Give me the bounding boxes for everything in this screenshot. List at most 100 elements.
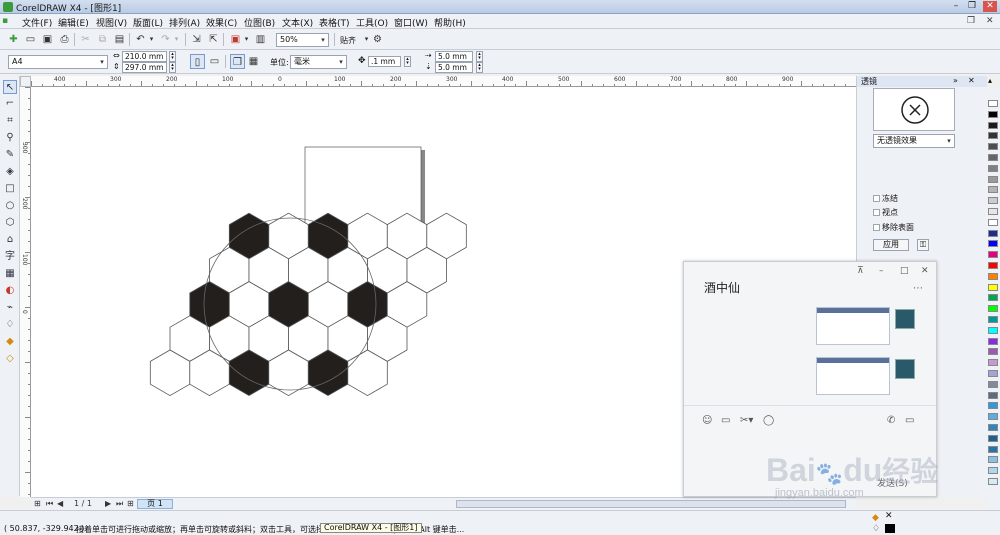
app-launcher-dropdown-icon[interactable]: ▾ <box>239 32 254 47</box>
remove-face-checkbox[interactable]: 移除表面 <box>873 222 914 233</box>
interactive-fill-tool-icon[interactable]: ◇ <box>3 352 17 366</box>
portrait-icon[interactable]: ▯ <box>190 54 205 69</box>
menu-file[interactable]: 文件(F) <box>22 16 52 29</box>
color-swatch[interactable] <box>988 391 998 399</box>
color-swatch[interactable] <box>988 186 998 194</box>
redo-dropdown-icon[interactable]: ▾ <box>169 32 184 47</box>
color-swatch[interactable] <box>988 326 998 334</box>
eyedropper-tool-icon[interactable]: ⌁ <box>3 301 17 315</box>
frozen-checkbox[interactable]: 冻结 <box>873 193 898 204</box>
color-swatch[interactable] <box>988 305 998 313</box>
voice-call-icon[interactable]: ✆ <box>887 415 895 426</box>
color-swatch[interactable] <box>988 251 998 259</box>
minimize-icon[interactable]: – <box>949 1 963 12</box>
menu-edit[interactable]: 编辑(E) <box>58 16 89 29</box>
doc-restore-icon[interactable]: ❐ <box>967 16 975 26</box>
landscape-icon[interactable]: ▭ <box>207 54 222 69</box>
copy-icon[interactable]: ⧉ <box>95 32 110 47</box>
fill-indicator-icon[interactable]: ◆ <box>872 513 879 523</box>
folder-icon[interactable]: ▭ <box>721 415 730 426</box>
page-size-select[interactable]: A4 ▾ <box>8 55 108 69</box>
image-message[interactable] <box>816 307 890 345</box>
docker-collapse-icon[interactable]: » <box>953 76 958 85</box>
page-height-field[interactable]: 297.0 mm <box>122 62 167 73</box>
color-swatch[interactable] <box>988 164 998 172</box>
screenshot-icon[interactable]: ✂▾ <box>740 415 753 426</box>
ruler-origin[interactable] <box>20 76 31 87</box>
menu-effects[interactable]: 效果(C) <box>206 16 237 29</box>
duplicate-x-field[interactable]: 5.0 mm <box>435 51 473 62</box>
menu-window[interactable]: 窗口(W) <box>394 16 428 29</box>
color-swatch[interactable] <box>988 359 998 367</box>
chat-history-icon[interactable]: ◯ <box>763 415 774 426</box>
color-swatch[interactable] <box>988 380 998 388</box>
chat-close-icon[interactable]: ✕ <box>921 266 929 276</box>
first-page-icon[interactable]: ⏮ <box>46 499 53 509</box>
prev-page-icon[interactable]: ◀ <box>57 499 63 508</box>
smart-fill-tool-icon[interactable]: ◈ <box>3 165 17 179</box>
open-icon[interactable]: ▭ <box>23 32 38 47</box>
import-icon[interactable]: ⇲ <box>189 32 204 47</box>
duplicate-y-field[interactable]: 5.0 mm <box>435 62 473 73</box>
menu-tools[interactable]: 工具(O) <box>356 16 388 29</box>
color-swatch[interactable] <box>988 132 998 140</box>
add-page-after-icon[interactable]: ⊞ <box>127 499 134 508</box>
horizontal-scrollbar[interactable] <box>456 500 846 508</box>
lock-icon[interactable]: ⚿ <box>917 239 929 251</box>
color-swatch[interactable] <box>988 316 998 323</box>
chat-maximize-icon[interactable]: □ <box>900 266 909 276</box>
units-select[interactable]: 毫米 ▾ <box>290 55 347 69</box>
cut-icon[interactable]: ✂ <box>78 32 93 47</box>
lens-effect-select[interactable]: 无透镜效果 ▾ <box>873 134 955 148</box>
last-page-icon[interactable]: ⏭ <box>116 499 123 509</box>
color-swatch[interactable] <box>988 348 998 356</box>
export-icon[interactable]: ⇱ <box>206 32 221 47</box>
outline-tool-icon[interactable]: ♢ <box>3 318 17 332</box>
add-page-icon[interactable]: ⊞ <box>34 499 41 508</box>
doc-close-icon[interactable]: ✕ <box>986 16 994 26</box>
color-swatch[interactable] <box>988 175 998 183</box>
color-swatch[interactable] <box>988 272 998 280</box>
polygon-tool-icon[interactable]: ⬡ <box>3 216 17 230</box>
menu-bitmaps[interactable]: 位图(B) <box>244 16 275 29</box>
color-swatch[interactable] <box>988 337 998 345</box>
avatar[interactable] <box>895 309 915 329</box>
menu-view[interactable]: 视图(V) <box>96 16 127 29</box>
fill-tool-icon[interactable]: ◆ <box>3 335 17 349</box>
table-tool-icon[interactable]: ▦ <box>3 267 17 281</box>
height-spinner[interactable]: ▴ ▾ <box>169 62 176 73</box>
snap-to-button[interactable]: 贴齐 <box>340 35 356 46</box>
color-swatch[interactable] <box>988 402 998 410</box>
color-swatch[interactable] <box>988 413 998 421</box>
duplicate-y-spinner[interactable]: ▴ ▾ <box>476 62 483 73</box>
paste-icon[interactable]: ▤ <box>112 32 127 47</box>
color-swatch[interactable] <box>988 100 998 107</box>
viewpoint-checkbox[interactable]: 视点 <box>873 207 898 218</box>
color-swatch[interactable] <box>988 229 998 237</box>
menu-layout[interactable]: 版面(L) <box>133 16 163 29</box>
avatar[interactable] <box>895 359 915 379</box>
next-page-icon[interactable]: ▶ <box>105 499 111 508</box>
pin-icon[interactable]: ⊼ <box>857 266 864 276</box>
color-swatch[interactable] <box>988 370 998 377</box>
apply-button[interactable]: 应用 <box>873 239 909 251</box>
color-swatch[interactable] <box>988 294 998 302</box>
docker-close-icon[interactable]: ✕ <box>968 76 975 85</box>
color-swatch[interactable] <box>988 445 998 453</box>
rectangle-tool-icon[interactable]: □ <box>3 182 17 196</box>
color-swatch[interactable] <box>988 208 998 215</box>
no-fill-icon[interactable]: ✕ <box>885 512 895 521</box>
more-options-icon[interactable]: ⋯ <box>913 283 923 294</box>
document-icon[interactable]: ▪ <box>2 16 8 26</box>
menu-table[interactable]: 表格(T) <box>319 16 350 29</box>
color-swatch[interactable] <box>988 154 998 161</box>
all-pages-icon[interactable]: ❐ <box>230 54 245 69</box>
palette-scroll-up-icon[interactable]: ▴ <box>988 76 992 85</box>
shape-tool-icon[interactable]: ⌐ <box>3 97 17 111</box>
zoom-level-select[interactable]: 50% ▾ <box>276 33 329 47</box>
current-page-icon[interactable]: ▦ <box>246 54 261 69</box>
color-swatch[interactable] <box>988 240 998 248</box>
width-spinner[interactable]: ▴ ▾ <box>169 51 176 62</box>
color-swatch[interactable] <box>988 424 998 431</box>
undo-dropdown-icon[interactable]: ▾ <box>144 32 159 47</box>
